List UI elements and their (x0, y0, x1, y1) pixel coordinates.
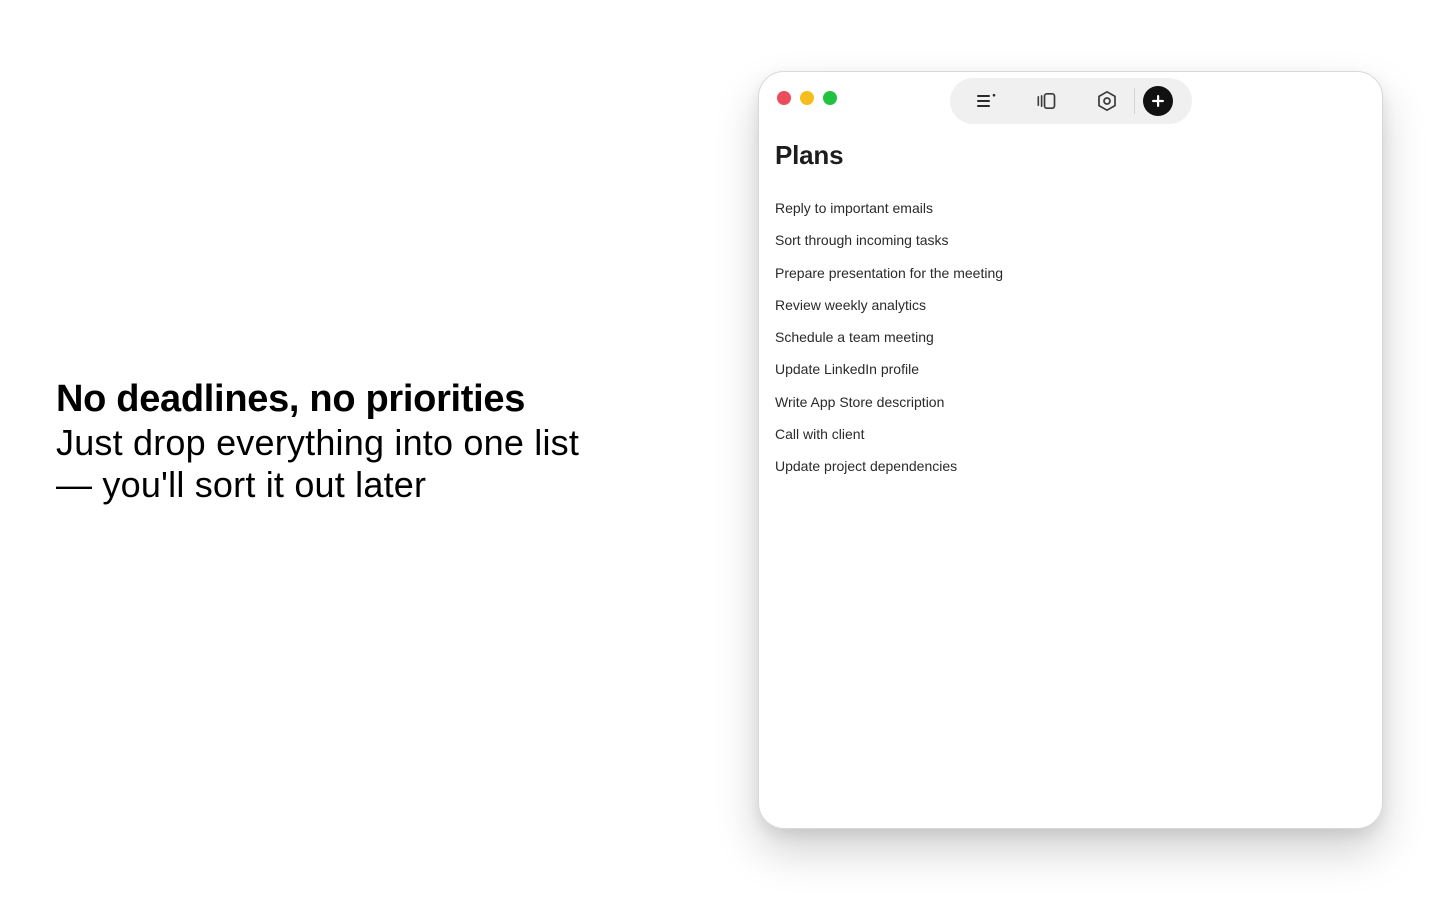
task-item[interactable]: Review weekly analytics (775, 295, 1003, 327)
promo-subline-2: — you'll sort it out later (56, 464, 427, 505)
window-controls (777, 91, 837, 105)
task-item[interactable]: Update project dependencies (775, 456, 1003, 488)
add-task-button[interactable] (1143, 86, 1173, 116)
task-item[interactable]: Reply to important emails (775, 198, 1003, 230)
task-item[interactable]: Call with client (775, 424, 1003, 456)
list-view-button[interactable] (966, 83, 1008, 119)
task-item[interactable]: Sort through incoming tasks (775, 230, 1003, 262)
close-window-button[interactable] (777, 91, 791, 105)
task-item[interactable]: Schedule a team meeting (775, 327, 1003, 359)
page: No deadlines, no priorities Just drop ev… (0, 0, 1440, 900)
cards-view-button[interactable] (1026, 83, 1068, 119)
list-title: Plans (775, 140, 844, 170)
plus-icon (1152, 95, 1164, 107)
list-icon (977, 93, 996, 107)
task-list: Reply to important emails Sort through i… (775, 198, 1003, 489)
task-item[interactable]: Prepare presentation for the meeting (775, 263, 1003, 295)
settings-hexagon-icon (1098, 90, 1116, 112)
promo-subline-1: Just drop everything into one list (56, 422, 580, 463)
maximize-window-button[interactable] (823, 91, 837, 105)
app-window: Plans Reply to important emails Sort thr… (758, 71, 1383, 829)
settings-button[interactable] (1086, 83, 1128, 119)
promo-headline: No deadlines, no priorities (56, 378, 526, 420)
toolbar (950, 78, 1192, 124)
task-item[interactable]: Write App Store description (775, 392, 1003, 424)
minimize-window-button[interactable] (800, 91, 814, 105)
cards-icon (1037, 92, 1056, 110)
promo-copy: No deadlines, no priorities Just drop ev… (56, 376, 656, 506)
toolbar-divider (1134, 88, 1135, 114)
task-item[interactable]: Update LinkedIn profile (775, 359, 1003, 391)
